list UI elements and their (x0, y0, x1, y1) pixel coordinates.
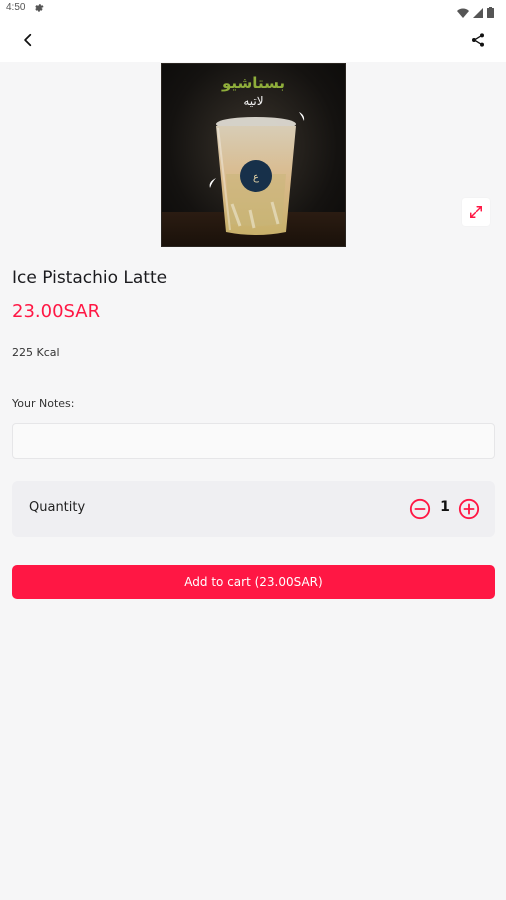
notes-label: Your Notes: (12, 397, 75, 410)
image-arabic-subtitle: لاتيه (243, 94, 264, 108)
splash-left-icon (209, 178, 216, 188)
product-name: Ice Pistachio Latte (12, 268, 168, 288)
quantity-label: Quantity (29, 500, 86, 515)
status-bar: 4:50 (0, 0, 506, 18)
expand-image-button[interactable] (462, 198, 490, 226)
quantity-card: Quantity 1 (12, 481, 495, 537)
splash-right-icon (299, 112, 305, 121)
status-time: 4:50 (6, 2, 26, 13)
svg-text:ع: ع (253, 172, 259, 183)
plus-circle-icon (458, 498, 480, 520)
add-to-cart-button[interactable]: Add to cart (23.00SAR) (12, 565, 495, 599)
quantity-increase-button[interactable] (458, 498, 480, 520)
quantity-value: 1 (440, 499, 450, 515)
expand-icon (470, 206, 482, 218)
product-price: 23.00SAR (12, 301, 101, 322)
settings-icon (33, 2, 44, 16)
back-button[interactable] (14, 28, 42, 52)
share-icon (472, 33, 484, 47)
notes-input[interactable] (12, 423, 495, 459)
chevron-left-icon (24, 33, 32, 47)
app-bar (0, 18, 506, 62)
product-image: بستاشيو لاتيه ع (161, 63, 346, 247)
image-arabic-title: بستاشيو (222, 74, 285, 92)
share-button[interactable] (464, 28, 492, 52)
product-calories: 225 Kcal (12, 346, 60, 359)
minus-circle-icon (409, 498, 431, 520)
iced-latte-cup-illustration: ع (216, 117, 296, 235)
quantity-decrease-button[interactable] (409, 498, 431, 520)
